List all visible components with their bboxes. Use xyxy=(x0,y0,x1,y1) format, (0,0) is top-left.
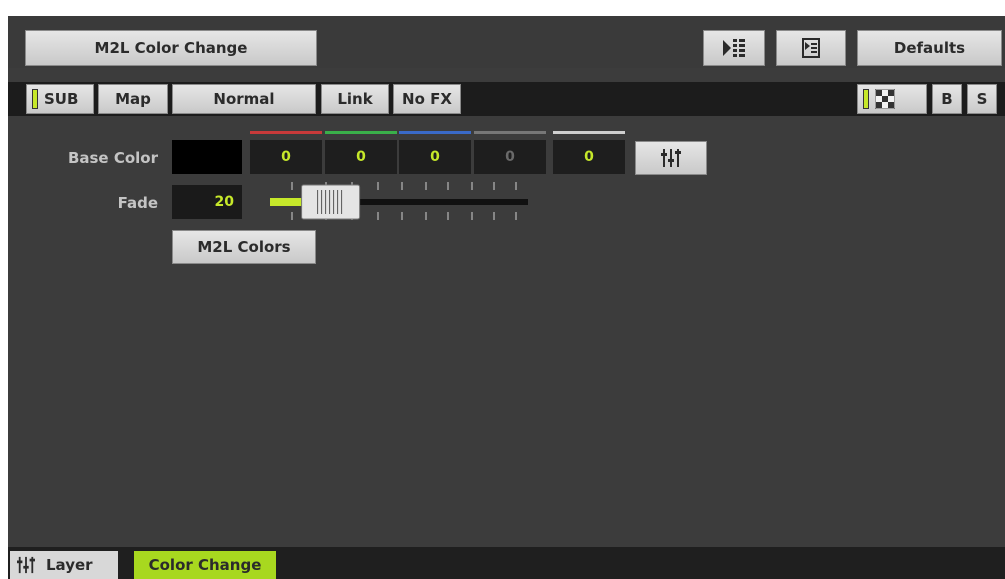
blend-mode-value: Normal xyxy=(213,90,275,108)
brightness-bar xyxy=(553,131,625,134)
m2l-colors-label: M2L Colors xyxy=(197,238,291,256)
fade-label: Fade xyxy=(117,194,158,212)
blend-mode-dropdown[interactable]: Normal xyxy=(172,84,316,114)
map-button[interactable]: Map xyxy=(98,84,168,114)
no-fx-button[interactable]: No FX xyxy=(393,84,461,114)
checkerboard-icon xyxy=(875,89,895,109)
effect-title-label: M2L Color Change xyxy=(94,39,248,57)
play-list-icon xyxy=(723,39,745,57)
brightness-value[interactable]: 0 xyxy=(553,140,625,174)
sub-button[interactable]: SUB xyxy=(26,84,94,114)
file-list-button[interactable] xyxy=(776,30,846,66)
tab-color-change[interactable]: Color Change xyxy=(134,551,276,579)
map-label: Map xyxy=(115,90,151,108)
link-label: Link xyxy=(337,90,373,108)
s-button[interactable]: S xyxy=(967,84,997,114)
green-value[interactable]: 0 xyxy=(325,140,397,174)
file-list-icon xyxy=(802,38,820,58)
tab-color-change-label: Color Change xyxy=(148,556,262,574)
s-label: S xyxy=(976,90,988,108)
base-color-swatch[interactable] xyxy=(172,140,242,174)
effect-title-button[interactable]: M2L Color Change xyxy=(25,30,317,66)
m2l-colors-button[interactable]: M2L Colors xyxy=(172,230,316,264)
no-fx-label: No FX xyxy=(402,90,452,108)
defaults-button[interactable]: Defaults xyxy=(857,30,1002,66)
visibility-button[interactable] xyxy=(857,84,927,114)
base-color-label: Base Color xyxy=(67,149,158,167)
blue-value[interactable]: 0 xyxy=(399,140,471,174)
play-list-button[interactable] xyxy=(703,30,765,66)
sub-label: SUB xyxy=(44,90,79,108)
tab-layer[interactable]: Layer xyxy=(10,551,118,579)
mixer-sliders-icon xyxy=(17,556,35,574)
fade-slider[interactable] xyxy=(268,180,530,224)
white-channel-bar xyxy=(474,131,546,134)
red-channel-bar xyxy=(250,131,322,134)
mixer-sliders-icon xyxy=(661,149,681,167)
b-button[interactable]: B xyxy=(932,84,962,114)
blue-channel-bar xyxy=(399,131,471,134)
b-label: B xyxy=(941,90,953,108)
color-mixer-button[interactable] xyxy=(635,141,707,175)
tab-layer-label: Layer xyxy=(46,556,93,574)
sub-indicator xyxy=(32,89,38,109)
fade-slider-track xyxy=(270,182,528,220)
link-button[interactable]: Link xyxy=(321,84,389,114)
visibility-indicator xyxy=(863,89,869,109)
white-value[interactable]: 0 xyxy=(474,140,546,174)
fade-slider-thumb[interactable] xyxy=(301,184,361,220)
fade-value[interactable]: 20 xyxy=(172,185,242,219)
green-channel-bar xyxy=(325,131,397,134)
red-value[interactable]: 0 xyxy=(250,140,322,174)
defaults-label: Defaults xyxy=(893,39,966,57)
